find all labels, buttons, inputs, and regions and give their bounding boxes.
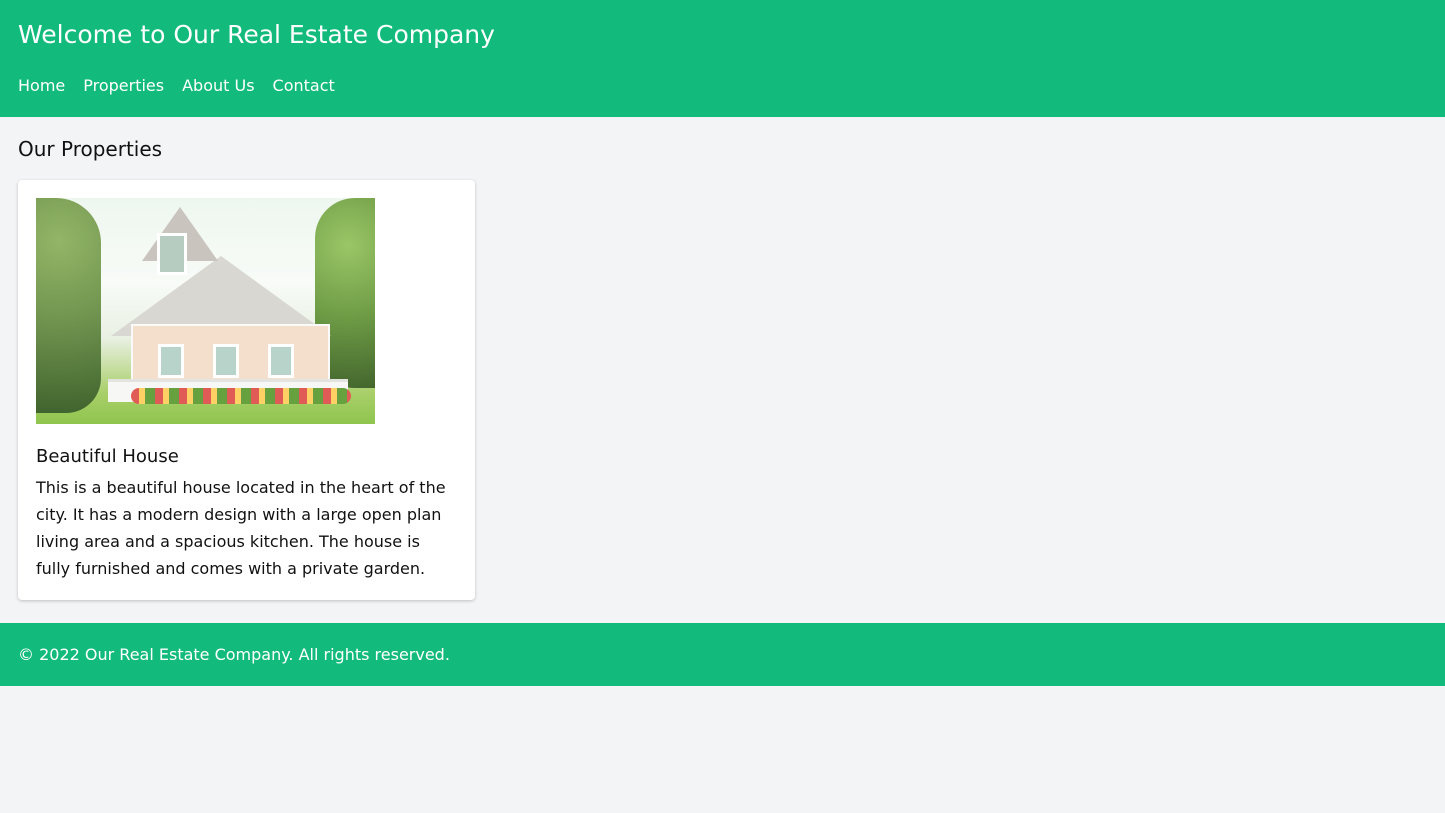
- flower-bed: [131, 388, 351, 404]
- property-title: Beautiful House: [36, 446, 179, 467]
- footer-copyright: © 2022 Our Real Estate Company. All righ…: [18, 645, 450, 664]
- nav-home-link[interactable]: Home: [18, 68, 65, 104]
- site-title: Welcome to Our Real Estate Company: [18, 20, 495, 49]
- tree-left: [36, 198, 101, 413]
- section-title: Our Properties: [18, 137, 163, 161]
- nav-properties-link[interactable]: Properties: [83, 68, 164, 104]
- main-content: Our Properties Beautiful House This is a…: [0, 117, 1445, 623]
- nav-contact-link[interactable]: Contact: [273, 68, 335, 104]
- house-window: [158, 344, 184, 378]
- house-window: [268, 344, 294, 378]
- property-image: [36, 198, 375, 424]
- property-description: This is a beautiful house located in the…: [36, 478, 446, 578]
- nav-about-us-link[interactable]: About Us: [182, 68, 254, 104]
- site-footer: © 2022 Our Real Estate Company. All righ…: [0, 623, 1445, 686]
- house-window: [213, 344, 239, 378]
- site-header: Welcome to Our Real Estate Company Home …: [0, 0, 1445, 117]
- house-dormer-window: [157, 233, 187, 275]
- main-navigation: Home Properties About Us Contact: [18, 68, 1427, 104]
- property-card: Beautiful House This is a beautiful hous…: [18, 180, 475, 600]
